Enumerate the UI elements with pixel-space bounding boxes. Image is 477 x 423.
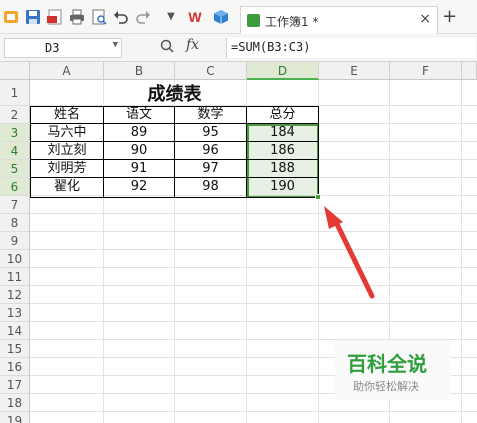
row-header-9[interactable]: 9 (0, 232, 30, 250)
data-cell-c3[interactable]: 95 (175, 124, 246, 142)
gridline (30, 249, 477, 250)
formula-bar: D3 ▼ fx =SUM(B3:C3) (0, 34, 477, 62)
gridline (30, 303, 477, 304)
column-header-d[interactable]: D (247, 62, 319, 80)
cube-icon[interactable] (212, 8, 230, 26)
data-cell-b6[interactable]: 92 (104, 178, 174, 196)
row-header-4[interactable]: 4 (0, 142, 30, 160)
gridline (30, 285, 477, 286)
row-header-19[interactable]: 19 (0, 412, 30, 423)
column-header-b[interactable]: B (104, 62, 175, 80)
table-border-line (30, 177, 319, 178)
app-logo-icon[interactable] (2, 8, 20, 26)
redo-icon[interactable] (134, 8, 152, 26)
data-cell-d5[interactable]: 188 (247, 160, 318, 178)
row-header-11[interactable]: 11 (0, 268, 30, 286)
sheet-title-cell[interactable]: 成绩表 (31, 84, 318, 106)
header-cell-math[interactable]: 数学 (175, 106, 246, 124)
row-header-18[interactable]: 18 (0, 394, 30, 412)
more-dropdown-icon[interactable]: ▼ (162, 8, 180, 26)
row-header-13[interactable]: 13 (0, 304, 30, 322)
row-header-16[interactable]: 16 (0, 358, 30, 376)
row-header-8[interactable]: 8 (0, 214, 30, 232)
gridline (30, 213, 477, 214)
header-cell-chinese[interactable]: 语文 (104, 106, 174, 124)
data-cell-d4[interactable]: 186 (247, 142, 318, 160)
watermark-subtitle: 助你轻松解决 (353, 380, 419, 393)
column-header-c[interactable]: C (175, 62, 247, 80)
spreadsheet-doc-icon (247, 14, 260, 27)
workbook-tab[interactable]: 工作簿1 * × (240, 6, 438, 34)
print-preview-icon[interactable] (90, 8, 108, 26)
data-cell-b5[interactable]: 91 (104, 160, 174, 178)
row-header-17[interactable]: 17 (0, 376, 30, 394)
select-all-corner[interactable] (0, 62, 30, 80)
formula-input[interactable]: =SUM(B3:C3) (226, 38, 476, 58)
gridline (30, 411, 477, 412)
data-cell-b3[interactable]: 89 (104, 124, 174, 142)
row-header-2[interactable]: 2 (0, 106, 30, 124)
data-cell-a4[interactable]: 刘立刻 (31, 142, 103, 160)
gridline (30, 267, 477, 268)
data-cell-c4[interactable]: 96 (175, 142, 246, 160)
gridline (461, 80, 462, 423)
data-cell-a5[interactable]: 刘明芳 (31, 160, 103, 178)
table-border-line (246, 106, 247, 198)
row-header-1[interactable]: 1 (0, 80, 30, 106)
print-icon[interactable] (68, 8, 86, 26)
data-cell-b4[interactable]: 90 (104, 142, 174, 160)
save-icon[interactable] (24, 8, 42, 26)
name-box-value: D3 (45, 41, 60, 55)
header-cell-name[interactable]: 姓名 (31, 106, 103, 124)
row-header-7[interactable]: 7 (0, 196, 30, 214)
table-border-line (30, 123, 319, 124)
name-box[interactable]: D3 ▼ (4, 38, 122, 58)
row-header-3[interactable]: 3 (0, 124, 30, 142)
table-border-line (30, 159, 319, 160)
column-header-g[interactable] (462, 62, 477, 80)
header-cell-total[interactable]: 总分 (247, 106, 318, 124)
row-header-10[interactable]: 10 (0, 250, 30, 268)
data-cell-d3[interactable]: 184 (247, 124, 318, 142)
row-header-12[interactable]: 12 (0, 286, 30, 304)
data-cell-d6[interactable]: 190 (247, 178, 318, 196)
gridline (30, 231, 477, 232)
chevron-down-icon[interactable]: ▼ (113, 40, 118, 50)
workbook-tab-title: 工作簿1 * (265, 15, 319, 29)
data-cell-a3[interactable]: 马六中 (31, 124, 103, 142)
column-header-e[interactable]: E (319, 62, 390, 80)
column-header-a[interactable]: A (30, 62, 104, 80)
pdf-icon[interactable] (46, 8, 64, 26)
new-tab-button[interactable]: + (442, 6, 457, 27)
undo-icon[interactable] (112, 8, 130, 26)
watermark-logo: 百科全说 助你轻松解决 (335, 340, 451, 400)
row-header-15[interactable]: 15 (0, 340, 30, 358)
table-border-line (103, 106, 104, 198)
column-header-f[interactable]: F (390, 62, 462, 80)
row-header-5[interactable]: 5 (0, 160, 30, 178)
row-header-14[interactable]: 14 (0, 322, 30, 340)
fill-handle[interactable] (315, 194, 321, 200)
watermark-title: 百科全说 (347, 352, 427, 376)
data-cell-c6[interactable]: 98 (175, 178, 246, 196)
wps-icon[interactable]: W (186, 8, 204, 26)
quick-access-toolbar: ▼ W 工作簿1 * × + (0, 0, 477, 34)
gridline (30, 321, 477, 322)
zoom-search-icon[interactable] (160, 39, 174, 57)
table-border-line (30, 141, 319, 142)
row-header-6[interactable]: 6 (0, 178, 30, 196)
data-cell-c5[interactable]: 97 (175, 160, 246, 178)
insert-function-icon[interactable]: fx (186, 37, 199, 53)
data-cell-a6[interactable]: 翟化 (31, 178, 103, 196)
table-border-line (174, 106, 175, 198)
close-tab-icon[interactable]: × (419, 11, 431, 27)
